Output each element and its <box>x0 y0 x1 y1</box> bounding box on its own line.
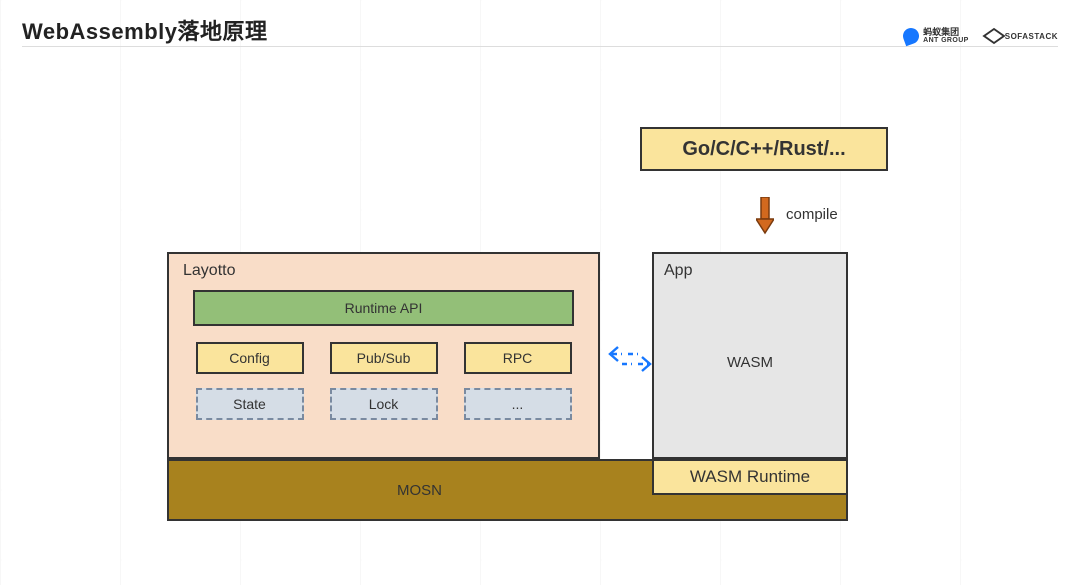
diagram-stage: Go/C/C++/Rust/... compile MOSN WASM Runt… <box>0 0 1080 585</box>
layotto-title: Layotto <box>183 262 584 280</box>
chip-rpc: RPC <box>464 342 572 374</box>
chip-more: ... <box>464 388 572 420</box>
wasm-runtime-box: WASM Runtime <box>652 459 848 495</box>
chip-state: State <box>196 388 304 420</box>
runtime-api-box: Runtime API <box>193 290 574 326</box>
runtime-api-label: Runtime API <box>345 300 423 316</box>
layotto-box: Layotto Runtime API Config Pub/Sub RPC S… <box>167 252 600 459</box>
mosn-label: MOSN <box>397 482 442 499</box>
wasm-runtime-label: WASM Runtime <box>690 467 810 487</box>
chip-config: Config <box>196 342 304 374</box>
app-box: App WASM <box>652 252 848 459</box>
layotto-row-dashed: State Lock ... <box>183 388 584 420</box>
compile-label: compile <box>786 206 838 223</box>
app-body-label: WASM <box>654 354 846 371</box>
chip-pubsub: Pub/Sub <box>330 342 438 374</box>
chip-lock: Lock <box>330 388 438 420</box>
compile-arrow-icon <box>756 197 774 235</box>
layotto-row-solid: Config Pub/Sub RPC <box>183 342 584 374</box>
languages-box: Go/C/C++/Rust/... <box>640 127 888 171</box>
bidirectional-arrow-icon <box>608 344 652 374</box>
languages-label: Go/C/C++/Rust/... <box>682 138 845 161</box>
app-title: App <box>664 262 692 279</box>
